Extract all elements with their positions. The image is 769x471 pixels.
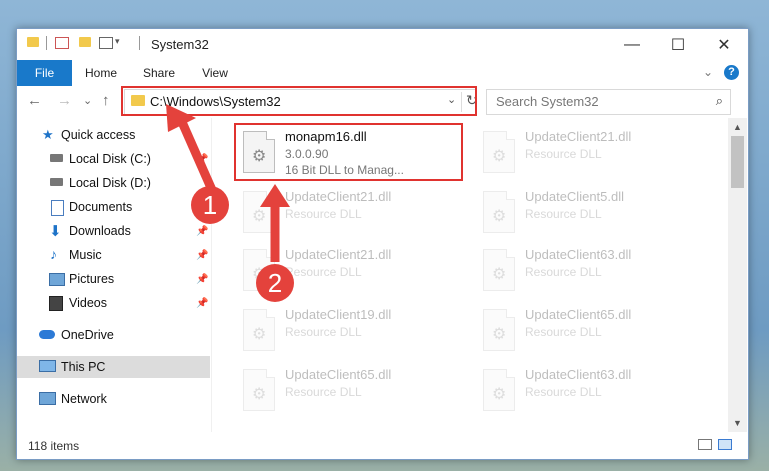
arrow-2 <box>260 184 290 262</box>
annotation-overlay <box>166 104 290 262</box>
arrow-1 <box>166 104 217 192</box>
step-1-badge: 1 <box>191 186 229 224</box>
step-2-badge: 2 <box>256 264 294 302</box>
